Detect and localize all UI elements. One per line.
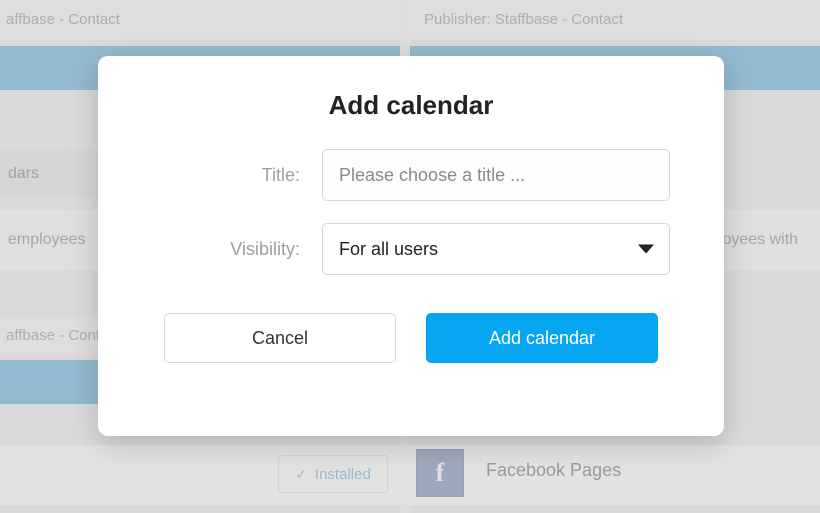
modal-title: Add calendar bbox=[152, 90, 670, 121]
chevron-down-icon bbox=[638, 245, 654, 254]
title-input[interactable] bbox=[322, 149, 670, 201]
visibility-row: Visibility: For all users bbox=[152, 223, 670, 275]
visibility-label: Visibility: bbox=[152, 239, 322, 260]
cancel-button[interactable]: Cancel bbox=[164, 313, 396, 363]
add-calendar-button[interactable]: Add calendar bbox=[426, 313, 658, 363]
add-calendar-modal: Add calendar Title: Visibility: For all … bbox=[98, 56, 724, 436]
visibility-value: For all users bbox=[339, 239, 438, 260]
visibility-select[interactable]: For all users bbox=[322, 223, 670, 275]
modal-button-row: Cancel Add calendar bbox=[152, 313, 670, 363]
title-label: Title: bbox=[152, 165, 322, 186]
title-row: Title: bbox=[152, 149, 670, 201]
